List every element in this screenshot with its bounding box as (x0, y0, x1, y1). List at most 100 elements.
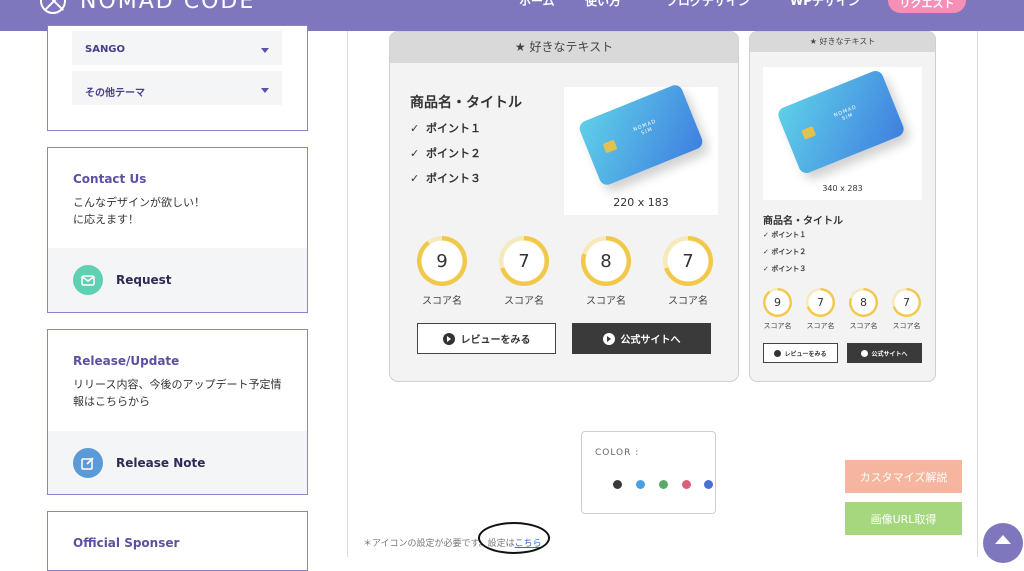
official-button-label: 公式サイトへ (871, 350, 908, 358)
score-ring: 8 (849, 288, 878, 317)
release-title: Release/Update (73, 354, 180, 368)
point-item: ✓ ポイント２ (763, 248, 807, 256)
request-link[interactable]: Request (48, 248, 307, 312)
customize-guide-button[interactable]: カスタマイズ解説 (845, 460, 962, 493)
scroll-to-top-button[interactable] (983, 523, 1023, 563)
score-label: スコア名 (668, 296, 708, 307)
chevron-down-icon (261, 48, 269, 53)
color-picker: COLOR : (581, 431, 716, 514)
score-value: 8 (600, 250, 612, 272)
check-icon: ✓ (410, 147, 420, 160)
score-label: スコア名 (422, 296, 462, 307)
theme-item-sango[interactable]: SANGO (72, 31, 282, 65)
contact-text-line1: こんなデザインが欲しい！ (73, 196, 205, 209)
site-logo[interactable]: NOMAD CODE (40, 0, 255, 14)
contact-text-line2: に応えます！ (73, 213, 139, 226)
chip-icon (602, 139, 618, 154)
color-swatch-blue[interactable] (636, 480, 645, 489)
official-button-label: 公式サイトへ (620, 335, 681, 346)
content-divider-right (977, 31, 978, 557)
score-label: スコア名 (849, 322, 878, 330)
nav-item-usage[interactable]: 使い方 (585, 0, 621, 9)
official-site-button[interactable]: 公式サイトへ (847, 343, 922, 363)
sim-label: NOMAD SIM (833, 104, 858, 123)
release-card: Release/Update リリース内容、今後のアップデート予定情 報はこちら… (47, 329, 308, 495)
sidebar: SANGO その他テーマ Contact Us こんなデザインが欲しい！ に応え… (0, 25, 340, 571)
play-icon (861, 349, 869, 357)
score-value: 7 (903, 296, 910, 309)
point-item: ✓ ポイント３ (410, 172, 481, 185)
nav-item-wp-design[interactable]: WPデザイン (790, 0, 860, 9)
score-ring: 7 (663, 236, 713, 286)
score-label: スコア名 (504, 296, 544, 307)
chevron-down-icon (261, 88, 269, 93)
score-ring: 7 (499, 236, 549, 286)
score-label: スコア名 (806, 322, 835, 330)
score-value: 7 (817, 296, 824, 309)
review-button-label: レビューをみる (784, 350, 827, 358)
theme-label: SANGO (85, 44, 126, 55)
star-icon: ★ (809, 37, 820, 46)
release-text-line2: 報はこちらから (73, 395, 150, 408)
nav-item-home[interactable]: ホーム (519, 0, 555, 9)
image-caption: 340 x 283 (822, 184, 863, 193)
logo-text: NOMAD CODE (80, 0, 256, 14)
score-value: 9 (774, 296, 781, 309)
review-button[interactable]: レビューをみる (417, 323, 556, 354)
score-value: 9 (436, 250, 448, 272)
color-swatch-black[interactable] (613, 480, 622, 489)
theme-item-other[interactable]: その他テーマ (72, 71, 282, 105)
color-swatch-pink[interactable] (682, 480, 691, 489)
product-card-large: ★ 好きなテキスト 商品名・タイトル ✓ ポイント１ ✓ ポイント２ ✓ ポイント３ … (389, 31, 739, 382)
highlight-circle (478, 522, 550, 554)
score-ring: 9 (417, 236, 467, 286)
product-image: NOMAD SIM 340 x 283 (763, 67, 922, 200)
color-swatch-indigo[interactable] (704, 480, 713, 489)
color-label: COLOR : (595, 448, 640, 458)
color-swatch-green[interactable] (659, 480, 668, 489)
get-image-url-button[interactable]: 画像URL取得 (845, 502, 962, 535)
product-image: NOMAD SIM 220 x 183 (564, 82, 718, 215)
release-note-link[interactable]: Release Note (48, 431, 307, 494)
product-card-small: ★ 好きなテキスト NOMAD SIM 340 x 283 商品名・タイトル ✓ … (749, 31, 936, 382)
nav-item-blog-design[interactable]: ブログデザイン (666, 0, 750, 9)
request-button[interactable]: リクエスト (888, 0, 966, 13)
point-item: ✓ ポイント３ (763, 265, 807, 273)
contact-title: Contact Us (73, 172, 147, 186)
score-value: 7 (518, 250, 530, 272)
score-ring: 8 (581, 236, 631, 286)
score-label: スコア名 (892, 322, 921, 330)
point-item: ✓ ポイント１ (410, 122, 481, 135)
star-icon: ★ (514, 40, 530, 54)
score-ring: 9 (763, 288, 792, 317)
review-button[interactable]: レビューをみる (763, 343, 838, 363)
score-ring: 7 (892, 288, 921, 317)
official-site-button[interactable]: 公式サイトへ (572, 323, 711, 354)
score-label: スコア名 (586, 296, 626, 307)
product-title: 商品名・タイトル (763, 216, 843, 227)
card-header: ★ 好きなテキスト (750, 32, 935, 52)
sim-label: NOMAD SIM (632, 118, 658, 137)
check-icon: ✓ (410, 172, 420, 185)
release-note-label: Release Note (116, 456, 206, 470)
logo-icon (40, 0, 66, 14)
point-item: ✓ ポイント２ (410, 147, 481, 160)
content-divider (347, 31, 348, 557)
score-value: 7 (682, 250, 694, 272)
review-button-label: レビューをみる (460, 335, 531, 346)
sim-card-image: NOMAD SIM (775, 68, 907, 176)
chip-icon (801, 125, 817, 140)
contact-card: Contact Us こんなデザインが欲しい！ に応えます！ Request (47, 147, 308, 313)
image-caption: 220 x 183 (613, 196, 669, 209)
play-icon (774, 349, 782, 357)
card-header-text: 好きなテキスト (819, 37, 876, 46)
sim-card-image: NOMAD SIM (577, 82, 705, 188)
edit-icon (73, 448, 103, 478)
sponsor-card: Official Sponser (47, 511, 308, 571)
card-header-text: 好きなテキスト (529, 40, 614, 54)
mail-icon (73, 265, 103, 295)
score-value: 8 (860, 296, 867, 309)
play-icon (602, 332, 615, 345)
point-item: ✓ ポイント１ (763, 231, 807, 239)
card-header: ★ 好きなテキスト (390, 32, 738, 63)
